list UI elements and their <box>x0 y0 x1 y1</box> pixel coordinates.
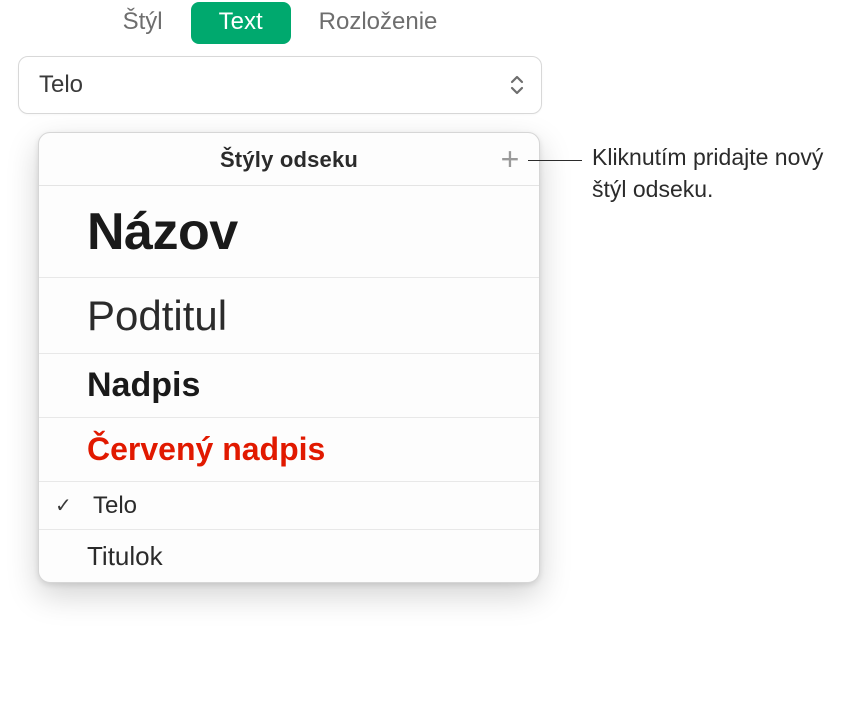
style-item-label: Názov <box>57 202 238 262</box>
tab-style[interactable]: Štýl <box>95 2 191 44</box>
paragraph-styles-popover: Štýly odseku + Názov Podtitul Nadpis Čer… <box>38 132 540 583</box>
style-item-nadpis[interactable]: Nadpis <box>39 354 539 418</box>
paragraph-style-dropdown-wrap: Telo <box>0 44 560 114</box>
popover-header: Štýly odseku + <box>39 133 539 186</box>
style-item-label: Červený nadpis <box>57 431 325 468</box>
style-item-podtitul[interactable]: Podtitul <box>39 278 539 354</box>
style-item-cerveny-nadpis[interactable]: Červený nadpis <box>39 418 539 482</box>
popover-title: Štýly odseku <box>220 147 358 172</box>
style-item-nazov[interactable]: Názov <box>39 186 539 278</box>
callout-text: Kliknutím pridajte nový štýl odseku. <box>592 141 832 205</box>
tab-text[interactable]: Text <box>191 2 291 44</box>
style-item-titulok[interactable]: Titulok <box>39 530 539 582</box>
paragraph-style-dropdown[interactable]: Telo <box>18 56 542 114</box>
format-panel: Štýl Text Rozloženie Telo <box>0 0 560 114</box>
style-item-label: Nadpis <box>57 366 200 405</box>
chevron-updown-icon <box>509 73 525 97</box>
add-style-button[interactable]: + <box>495 144 525 174</box>
plus-icon: + <box>501 143 520 175</box>
style-list: Názov Podtitul Nadpis Červený nadpis ✓ T… <box>39 186 539 582</box>
checkmark-icon: ✓ <box>55 493 72 518</box>
style-item-telo[interactable]: ✓ Telo <box>39 482 539 530</box>
tab-layout[interactable]: Rozloženie <box>291 2 466 44</box>
style-item-label: Titulok <box>57 541 163 572</box>
callout-leader-line <box>528 160 582 161</box>
style-item-label: Podtitul <box>57 292 227 340</box>
dropdown-value: Telo <box>39 71 83 99</box>
tab-bar: Štýl Text Rozloženie <box>0 0 560 44</box>
